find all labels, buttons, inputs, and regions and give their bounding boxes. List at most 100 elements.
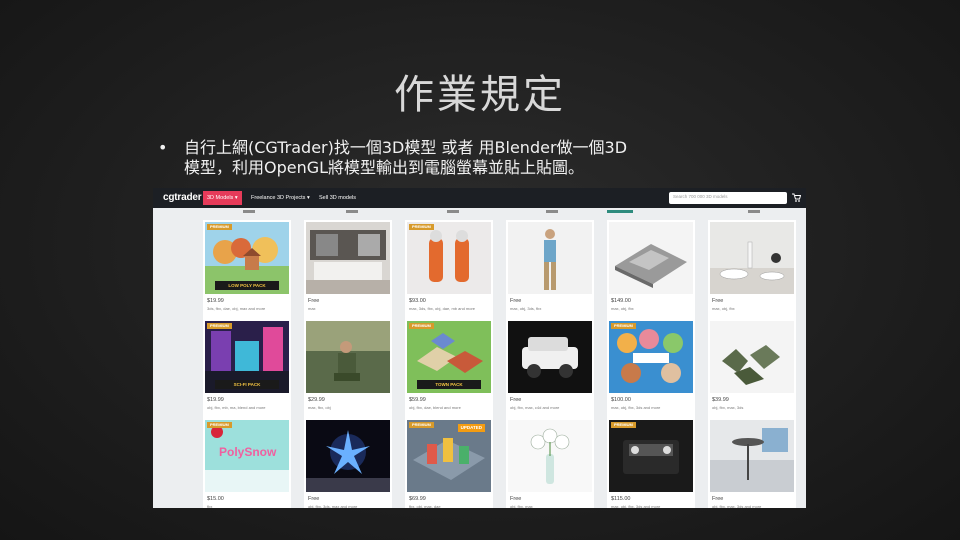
model-card[interactable]: PREMIUM LOW POLY PACK $19.99 3ds, fbx, dae,… <box>203 220 291 319</box>
model-formats: fbx <box>207 504 213 508</box>
cart-icon[interactable] <box>791 192 801 203</box>
premium-badge: PREMIUM <box>409 422 434 428</box>
model-thumbnail[interactable] <box>508 420 592 492</box>
model-thumbnail[interactable]: PREMIUM <box>609 321 693 393</box>
premium-badge: PREMIUM <box>409 323 434 329</box>
premium-badge: PREMIUM <box>611 323 636 329</box>
model-card[interactable]: Free obj, fbx, max <box>506 418 594 508</box>
model-thumbnail[interactable] <box>710 321 794 393</box>
model-formats: obj, fbx, mb, ma, blend and more <box>207 405 266 410</box>
model-thumbnail[interactable] <box>609 222 693 294</box>
bullet-item: • 自行上網(CGTrader)找一個3D模型 或者 用Blender做一個3D… <box>158 138 718 178</box>
model-price: $69.99 <box>409 496 426 502</box>
pack-banner: LOW POLY PACK <box>215 281 279 290</box>
model-formats: obj, fbx, max, c4d and more <box>510 405 560 410</box>
model-price: $149.00 <box>611 298 631 304</box>
nav-tab-3d-models[interactable]: 3D Models ▾ <box>203 191 242 205</box>
model-formats: fbx, obj, max, dae <box>409 504 441 508</box>
model-price: Free <box>712 496 724 502</box>
model-card[interactable]: $149.00 max, obj, fbx <box>607 220 695 319</box>
model-card[interactable]: PREMIUM $100.00 max, obj, fbx, 3ds and mor… <box>607 319 695 418</box>
premium-badge: PREMIUM <box>207 422 232 428</box>
premium-badge: PREMIUM <box>611 422 636 428</box>
model-card[interactable]: PREMIUM $93.00 max, 3ds, fbx, obj, dae, mb… <box>405 220 493 319</box>
bullet-mark: • <box>158 138 168 157</box>
model-price: $115.00 <box>611 496 631 502</box>
model-thumbnail[interactable]: PREMIUM SCI-FI PACK <box>205 321 289 393</box>
model-formats: obj, fbx, 3ds, max and more <box>308 504 358 508</box>
model-formats: max, obj, fbx, 3ds and more <box>611 405 661 410</box>
cgtrader-screenshot: cgtrader 3D Models ▾ Freelance 3D Projec… <box>153 188 806 508</box>
model-card[interactable]: $29.99 max, fbx, obj <box>304 319 392 418</box>
model-formats: max, obj, fbx, 3ds and more <box>611 504 661 508</box>
model-formats: max, obj, fbx <box>611 306 634 311</box>
model-formats: obj, fbx, max, 3ds <box>712 405 744 410</box>
model-formats: obj, fbx, max, 3ds and more <box>712 504 762 508</box>
bullet-line-1: 自行上網(CGTrader)找一個3D模型 或者 用Blender做一個3D <box>184 138 628 157</box>
model-price: Free <box>510 298 522 304</box>
model-price: $59.99 <box>409 397 426 403</box>
model-card[interactable]: PREMIUM $115.00 max, obj, fbx, 3ds and mor… <box>607 418 695 508</box>
model-formats: max, 3ds, fbx, obj, dae, mb and more <box>409 306 476 311</box>
model-card[interactable]: Free max, obj, fbx <box>708 220 796 319</box>
previous-row-stubs <box>203 208 799 220</box>
model-price: $39.99 <box>712 397 729 403</box>
top-navbar: cgtrader 3D Models ▾ Freelance 3D Projec… <box>153 188 806 208</box>
model-price: $100.00 <box>611 397 631 403</box>
model-card[interactable]: PREMIUM SCI-FI PACK $19.99 obj, fbx, mb, ma… <box>203 319 291 418</box>
model-formats: 3ds, fbx, dae, obj, max and more <box>207 306 266 311</box>
model-formats: max, obj, fbx <box>712 306 735 311</box>
model-price: $29.99 <box>308 397 325 403</box>
model-formats: max, obj, 3ds, fbx <box>510 306 542 311</box>
premium-badge: PREMIUM <box>409 224 434 230</box>
pack-banner: TOWN PACK <box>417 380 481 389</box>
model-card[interactable]: $39.99 obj, fbx, max, 3ds <box>708 319 796 418</box>
model-formats: obj, fbx, max <box>510 504 533 508</box>
model-price: Free <box>308 496 320 502</box>
model-thumbnail[interactable] <box>710 222 794 294</box>
model-card[interactable]: Free max <box>304 220 392 319</box>
model-price: $93.00 <box>409 298 426 304</box>
model-thumbnail[interactable] <box>306 222 390 294</box>
nav-tab-sell[interactable]: Sell 3D models <box>315 191 360 205</box>
model-thumbnail[interactable]: PREMIUM LOW POLY PACK <box>205 222 289 294</box>
model-thumbnail[interactable] <box>710 420 794 492</box>
model-card[interactable]: PREMIUM UPDATED $69.99 fbx, obj, max, dae <box>405 418 493 508</box>
model-card[interactable]: Free obj, fbx, max, c4d and more <box>506 319 594 418</box>
model-card[interactable]: PREMIUM TOWN PACK $59.99 obj, fbx, dae, ble… <box>405 319 493 418</box>
model-formats: max <box>308 306 316 311</box>
model-price: $19.99 <box>207 397 224 403</box>
model-thumbnail[interactable]: PREMIUM <box>407 222 491 294</box>
updated-badge: UPDATED <box>457 424 485 432</box>
nav-tab-freelance[interactable]: Freelance 3D Projects ▾ <box>247 191 314 205</box>
bullet-text: 自行上網(CGTrader)找一個3D模型 或者 用Blender做一個3D 模… <box>184 138 718 178</box>
model-card[interactable]: PolySnow PREMIUM $15.00 fbx <box>203 418 291 508</box>
model-price: $15.00 <box>207 496 224 502</box>
premium-badge: PREMIUM <box>207 323 232 329</box>
premium-badge: PREMIUM <box>207 224 232 230</box>
model-thumbnail[interactable] <box>508 321 592 393</box>
model-thumbnail[interactable] <box>306 420 390 492</box>
cgtrader-logo[interactable]: cgtrader <box>163 192 202 203</box>
model-price: $19.99 <box>207 298 224 304</box>
model-thumbnail[interactable]: PREMIUM TOWN PACK <box>407 321 491 393</box>
pack-banner: SCI-FI PACK <box>215 380 279 389</box>
model-card[interactable]: Free obj, fbx, 3ds, max and more <box>304 418 392 508</box>
search-input[interactable]: Search 700 000 3D models <box>669 192 787 204</box>
slide-title: 作業規定 <box>394 72 566 118</box>
model-formats: obj, fbx, dae, blend and more <box>409 405 461 410</box>
model-thumbnail[interactable] <box>508 222 592 294</box>
search-placeholder: Search 700 000 3D models <box>673 194 728 199</box>
model-thumbnail[interactable]: PREMIUM UPDATED <box>407 420 491 492</box>
bullet-line-2: 模型，利用OpenGL將模型輸出到電腦螢幕並貼上貼圖。 <box>184 158 585 177</box>
model-formats: max, fbx, obj <box>308 405 331 410</box>
model-thumbnail[interactable]: PREMIUM <box>609 420 693 492</box>
model-thumbnail[interactable]: PolySnow PREMIUM <box>205 420 289 492</box>
model-price: Free <box>712 298 724 304</box>
model-price: Free <box>308 298 320 304</box>
model-price: Free <box>510 397 522 403</box>
model-card[interactable]: Free max, obj, 3ds, fbx <box>506 220 594 319</box>
model-card[interactable]: Free obj, fbx, max, 3ds and more <box>708 418 796 508</box>
model-thumbnail[interactable] <box>306 321 390 393</box>
svg-text:PolySnow: PolySnow <box>219 445 277 459</box>
